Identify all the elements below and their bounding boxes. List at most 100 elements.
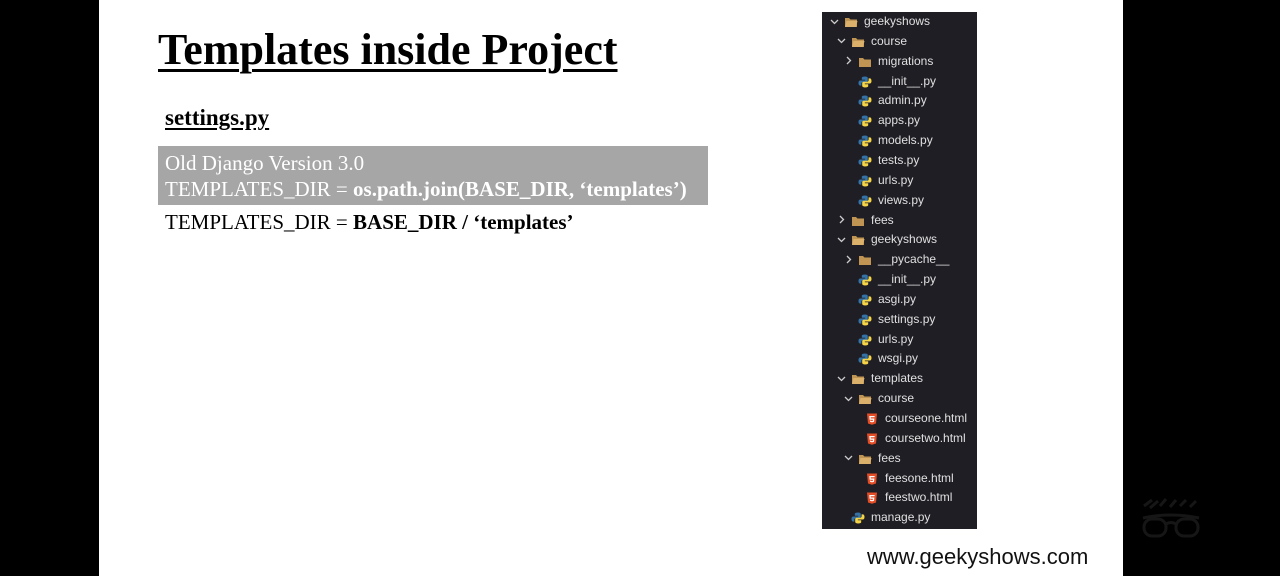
python-file-icon — [858, 273, 872, 286]
explorer-item-course[interactable]: course — [837, 32, 907, 50]
explorer-item-label: coursetwo.html — [885, 430, 966, 445]
explorer-item-geekyshows[interactable]: geekyshows — [837, 230, 937, 248]
chevron-down-icon[interactable] — [844, 453, 853, 462]
python-file-icon — [858, 293, 872, 306]
folder-open-icon — [858, 452, 872, 464]
explorer-item-init-py[interactable]: __init__.py — [858, 270, 936, 288]
python-file-icon — [858, 333, 872, 346]
python-file-icon — [858, 313, 872, 326]
explorer-item-label: course — [878, 391, 915, 406]
folder-icon — [858, 55, 872, 67]
explorer-item-label: tests.py — [878, 152, 920, 167]
python-file-icon — [858, 194, 872, 207]
chevron-right-icon[interactable] — [844, 56, 853, 65]
explorer-item-label: __init__.py — [878, 73, 937, 88]
chevron-right-icon[interactable] — [844, 255, 853, 264]
explorer-item-label: views.py — [878, 192, 925, 207]
html-file-icon — [865, 432, 879, 445]
explorer-item-feestwo-html[interactable]: feestwo.html — [865, 488, 952, 506]
old-templates-dir-line: TEMPLATES_DIR = os.path.join(BASE_DIR, ‘… — [165, 177, 687, 202]
explorer-item-wsgi-py[interactable]: wsgi.py — [858, 349, 918, 367]
explorer-item-label: course — [871, 33, 908, 48]
folder-icon — [858, 253, 872, 266]
explorer-item-label: courseone.html — [885, 411, 968, 425]
explorer-item-manage-py[interactable]: manage.py — [851, 508, 930, 526]
explorer-item-label: __pycache__ — [878, 252, 950, 267]
old-templates-dir-value: os.path.join(BASE_DIR, ‘templates’) — [353, 177, 687, 201]
folder-open-icon — [851, 372, 865, 385]
explorer-item-templates[interactable]: templates — [837, 369, 923, 387]
explorer-item-fees[interactable]: fees — [844, 449, 901, 467]
new-templates-dir-value: BASE_DIR / ‘templates’ — [353, 210, 574, 234]
explorer-item-geekyshows[interactable]: geekyshows — [830, 12, 930, 30]
folder-open-icon — [858, 392, 872, 405]
explorer-item-label: templates — [871, 371, 924, 386]
explorer-item-label: feestwo.html — [885, 490, 953, 505]
glasses-logo-icon — [1142, 498, 1200, 538]
slide-subtitle: settings.py — [165, 105, 270, 130]
watermark: www.geekyshows.com — [867, 544, 1089, 569]
folder-open-icon — [844, 15, 858, 27]
chevron-down-icon[interactable] — [837, 235, 846, 244]
explorer-item-label: manage.py — [871, 510, 931, 525]
explorer-item-label: geekyshows — [864, 14, 931, 28]
python-file-icon — [858, 114, 872, 127]
explorer-item-models-py[interactable]: models.py — [858, 131, 933, 149]
python-file-icon — [858, 174, 872, 187]
chevron-down-icon[interactable] — [837, 374, 846, 383]
explorer-item-migrations[interactable]: migrations — [844, 52, 933, 70]
explorer-item-label: settings.py — [878, 311, 936, 326]
explorer-item-urls-py[interactable]: urls.py — [858, 330, 913, 348]
chevron-right-icon[interactable] — [837, 215, 846, 224]
old-version-label: Old Django Version 3.0 — [165, 151, 365, 175]
explorer-item-label: fees — [871, 212, 894, 227]
explorer-item-label: models.py — [878, 133, 933, 148]
explorer-item-urls-py[interactable]: urls.py — [858, 171, 913, 189]
new-templates-dir-line: TEMPLATES_DIR = BASE_DIR / ‘templates’ — [165, 210, 574, 235]
explorer-item-label: migrations — [878, 53, 934, 68]
python-file-icon — [851, 511, 865, 524]
explorer-item-tests-py[interactable]: tests.py — [858, 151, 919, 169]
html-file-icon — [865, 472, 879, 485]
explorer-item-label: apps.py — [878, 113, 921, 128]
python-file-icon — [858, 94, 872, 107]
chevron-down-icon[interactable] — [830, 17, 839, 26]
chevron-down-icon[interactable] — [837, 36, 846, 45]
explorer-item-fees[interactable]: fees — [837, 211, 894, 229]
explorer-item-asgi-py[interactable]: asgi.py — [858, 290, 916, 308]
python-file-icon — [858, 75, 872, 88]
explorer-item-label: admin.py — [878, 93, 927, 108]
explorer-item-apps-py[interactable]: apps.py — [858, 111, 920, 129]
explorer-item-label: feesone.html — [885, 470, 954, 485]
explorer-item-label: urls.py — [878, 331, 914, 346]
file-explorer: geekyshows course migrations __init__.py adm… — [822, 12, 977, 529]
explorer-item-views-py[interactable]: views.py — [858, 191, 924, 209]
explorer-item-init-py[interactable]: __init__.py — [858, 72, 936, 90]
explorer-item-settings-py[interactable]: settings.py — [858, 310, 935, 328]
explorer-item-feesone-html[interactable]: feesone.html — [865, 469, 954, 487]
explorer-item-label: geekyshows — [871, 232, 938, 247]
explorer-item-label: wsgi.py — [878, 351, 919, 366]
python-file-icon — [858, 352, 872, 365]
explorer-item-label: fees — [878, 450, 901, 465]
explorer-item-courseone-html[interactable]: courseone.html — [865, 409, 967, 427]
folder-open-icon — [851, 35, 865, 47]
old-version-block: Old Django Version 3.0 TEMPLATES_DIR = o… — [158, 146, 708, 205]
explorer-item-label: urls.py — [878, 172, 914, 187]
slide-title: Templates inside Project — [158, 25, 618, 74]
html-file-icon — [865, 412, 879, 425]
new-templates-dir-prefix: TEMPLATES_DIR = — [165, 210, 354, 234]
python-file-icon — [858, 154, 872, 167]
folder-open-icon — [851, 233, 865, 246]
chevron-down-icon[interactable] — [844, 394, 853, 403]
explorer-item-admin-py[interactable]: admin.py — [858, 91, 927, 109]
python-file-icon — [858, 134, 872, 147]
explorer-item-coursetwo-html[interactable]: coursetwo.html — [865, 429, 966, 447]
old-templates-dir-prefix: TEMPLATES_DIR = — [165, 177, 354, 201]
folder-icon — [851, 214, 865, 226]
explorer-item-label: __init__.py — [878, 272, 937, 287]
explorer-item-course[interactable]: course — [844, 389, 914, 407]
html-file-icon — [865, 491, 879, 505]
explorer-item-label: asgi.py — [878, 291, 917, 306]
explorer-item-pycache[interactable]: __pycache__ — [844, 250, 949, 268]
